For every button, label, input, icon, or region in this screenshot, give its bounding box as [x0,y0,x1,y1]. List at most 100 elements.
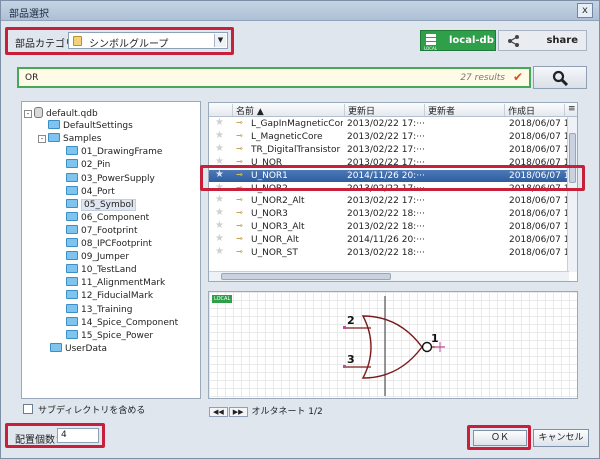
tree-item[interactable]: DefaultSettings [48,120,133,133]
symbol-icon: ⊸ [236,195,243,205]
col-updated[interactable]: 更新日 [345,104,425,117]
col-created[interactable]: 作成日 [505,104,565,117]
vertical-scrollbar[interactable] [567,117,577,272]
tree-item[interactable]: 04_Port [66,185,115,199]
tree-item[interactable]: 08_IPCFootprint [66,238,152,251]
search-result-count: 27 results [460,73,505,83]
favorite-star-icon[interactable]: ★ [215,207,224,218]
tree-item[interactable]: 01_DrawingFrame [66,146,162,159]
folder-icon [66,264,78,274]
tree-item-label: 07_Footprint [81,225,138,236]
search-icon [552,70,568,86]
parts-grid[interactable]: 名前 ▲ 更新日 更新者 作成日 ≡ ★ ⊸ L_GapInMagneticCore… [208,102,578,282]
search-input[interactable]: OR 27 results ✔ [17,67,531,88]
tree-item[interactable]: 12_FiducialMark [66,290,153,303]
ok-button[interactable]: ＯＫ [473,430,527,446]
category-value: シンボルグループ [89,39,169,50]
cell-name: TR_DigitalTransistor [251,144,341,155]
tree-item[interactable]: 06_Component [66,211,149,225]
col-updater[interactable]: 更新者 [425,104,505,117]
table-row[interactable]: ★ ⊸ U_NOR3 2013/02/22 18:··· 2018/06/07 1 [209,207,569,221]
favorite-star-icon[interactable]: ★ [215,117,224,128]
checkbox-icon[interactable] [23,404,33,414]
table-row[interactable]: ★ ⊸ U_NOR2_Alt 2013/02/22 17:··· 2018/06/07 … [209,194,569,208]
search-button[interactable] [533,66,587,89]
folder-tree[interactable]: - default.qdb DefaultSettings - Samples 01_Dr… [21,101,201,399]
cell-updated: 2013/02/22 17:··· [347,119,425,129]
table-row[interactable]: ★ ⊸ U_NOR_ST 2013/02/22 18:··· 2018/06/07 1 [209,246,569,260]
cell-created: 2018/06/07 1 [509,131,567,142]
symbol-preview: LOCAL 2 3 1 [208,291,578,399]
next-alternate-button[interactable]: ▶▶ [228,407,248,417]
table-row[interactable]: ★ ⊸ L_MagneticCore 2013/02/22 17:··· 2018/06… [209,130,569,144]
share-button[interactable]: share [498,30,587,51]
symbol-icon: ⊸ [236,208,243,218]
tree-item[interactable]: 05_Symbol [66,198,137,212]
tree-item[interactable]: 10_TestLand [66,264,137,277]
tree-item[interactable]: - Samples [38,133,101,146]
star-column-header[interactable] [209,104,233,116]
tree-collapse-icon[interactable]: - [38,135,46,144]
cell-created: 2018/06/07 1 [509,196,567,207]
symbol-group-icon [73,36,82,46]
horizontal-scrollbar[interactable] [209,271,569,281]
table-row[interactable]: ★ ⊸ U_NOR3_Alt 2013/02/22 18:··· 2018/06/07 … [209,220,569,234]
tree-item[interactable]: 02_Pin [66,159,110,172]
tree-item[interactable]: UserData [50,342,108,356]
tree-item-label: UserData [65,343,108,354]
cell-name: U_NOR_Alt [251,235,299,246]
table-row[interactable]: ★ ⊸ U_NOR_Alt 2014/11/26 20:··· 2018/06/07 1 [209,233,569,247]
favorite-star-icon[interactable]: ★ [215,233,224,244]
table-row[interactable]: ★ ⊸ TR_DigitalTransistor 2013/02/22 17:··· 2… [209,143,569,157]
table-row[interactable]: ★ ⊸ L_GapInMagneticCore 2013/02/22 17:··· 20… [209,117,569,131]
cell-updated: 2013/02/22 18:··· [347,248,425,258]
tree-item-label: 10_TestLand [81,265,137,276]
prev-alternate-button[interactable]: ◀◀ [209,407,228,417]
chevron-down-icon[interactable]: ▼ [214,34,226,47]
cell-name: U_NOR_ST [251,248,298,258]
tree-item[interactable]: 11_AlignmentMark [66,277,165,290]
favorite-star-icon[interactable]: ★ [215,143,224,154]
folder-icon [66,316,78,326]
tree-item[interactable]: 14_Spice_Component [66,316,178,330]
tree-item[interactable]: 07_Footprint [66,224,138,238]
favorite-star-icon[interactable]: ★ [215,194,224,205]
cell-created: 2018/06/07 1 [509,119,567,129]
cell-created: 2018/06/07 1 [509,222,567,233]
folder-icon [66,238,78,247]
selected-row-highlight [200,165,585,191]
tree-item[interactable]: 15_Spice_Power [66,329,153,343]
tree-collapse-icon[interactable]: - [24,110,32,118]
window-title: 部品選択 [9,9,49,20]
favorite-star-icon[interactable]: ★ [215,246,224,257]
favorite-star-icon[interactable]: ★ [215,220,224,231]
title-bar: 部品選択 x [1,1,599,21]
tree-item[interactable]: 09_Jumper [66,251,129,264]
category-select[interactable]: シンボルグループ ▼ [68,32,228,50]
include-subdir-checkbox[interactable]: サブディレクトリを含める [23,403,145,416]
tree-item-label: 11_AlignmentMark [81,278,166,289]
tree-item[interactable]: 13_Training [66,303,133,317]
folder-icon [66,172,78,182]
cell-name: U_NOR2_Alt [251,196,305,207]
column-chooser-icon[interactable]: ≡ [565,104,577,116]
check-icon: ✔ [512,70,523,84]
share-label: share [546,35,578,46]
tree-item-label: 08_IPCFootprint [81,239,152,249]
count-input[interactable]: 4 [57,428,99,443]
local-db-small-label: LOCAL [424,46,437,51]
folder-icon [66,251,78,261]
tree-item[interactable]: 03_PowerSupply [66,172,155,186]
tree-item[interactable]: - default.qdb [24,107,98,120]
cancel-button[interactable]: キャンセル [533,429,589,447]
tree-item-label: 13_Training [81,304,133,315]
folder-icon [66,303,78,313]
local-db-button[interactable]: LOCAL local-db [420,30,496,51]
favorite-star-icon[interactable]: ★ [215,130,224,141]
horizontal-scroll-thumb[interactable] [221,273,391,280]
cell-created: 2018/06/07 1 [509,248,567,258]
cell-created: 2018/06/07 1 [509,235,567,246]
close-icon[interactable]: x [577,3,593,18]
tree-item-label: 03_PowerSupply [81,173,155,184]
col-name[interactable]: 名前 ▲ [233,104,345,117]
